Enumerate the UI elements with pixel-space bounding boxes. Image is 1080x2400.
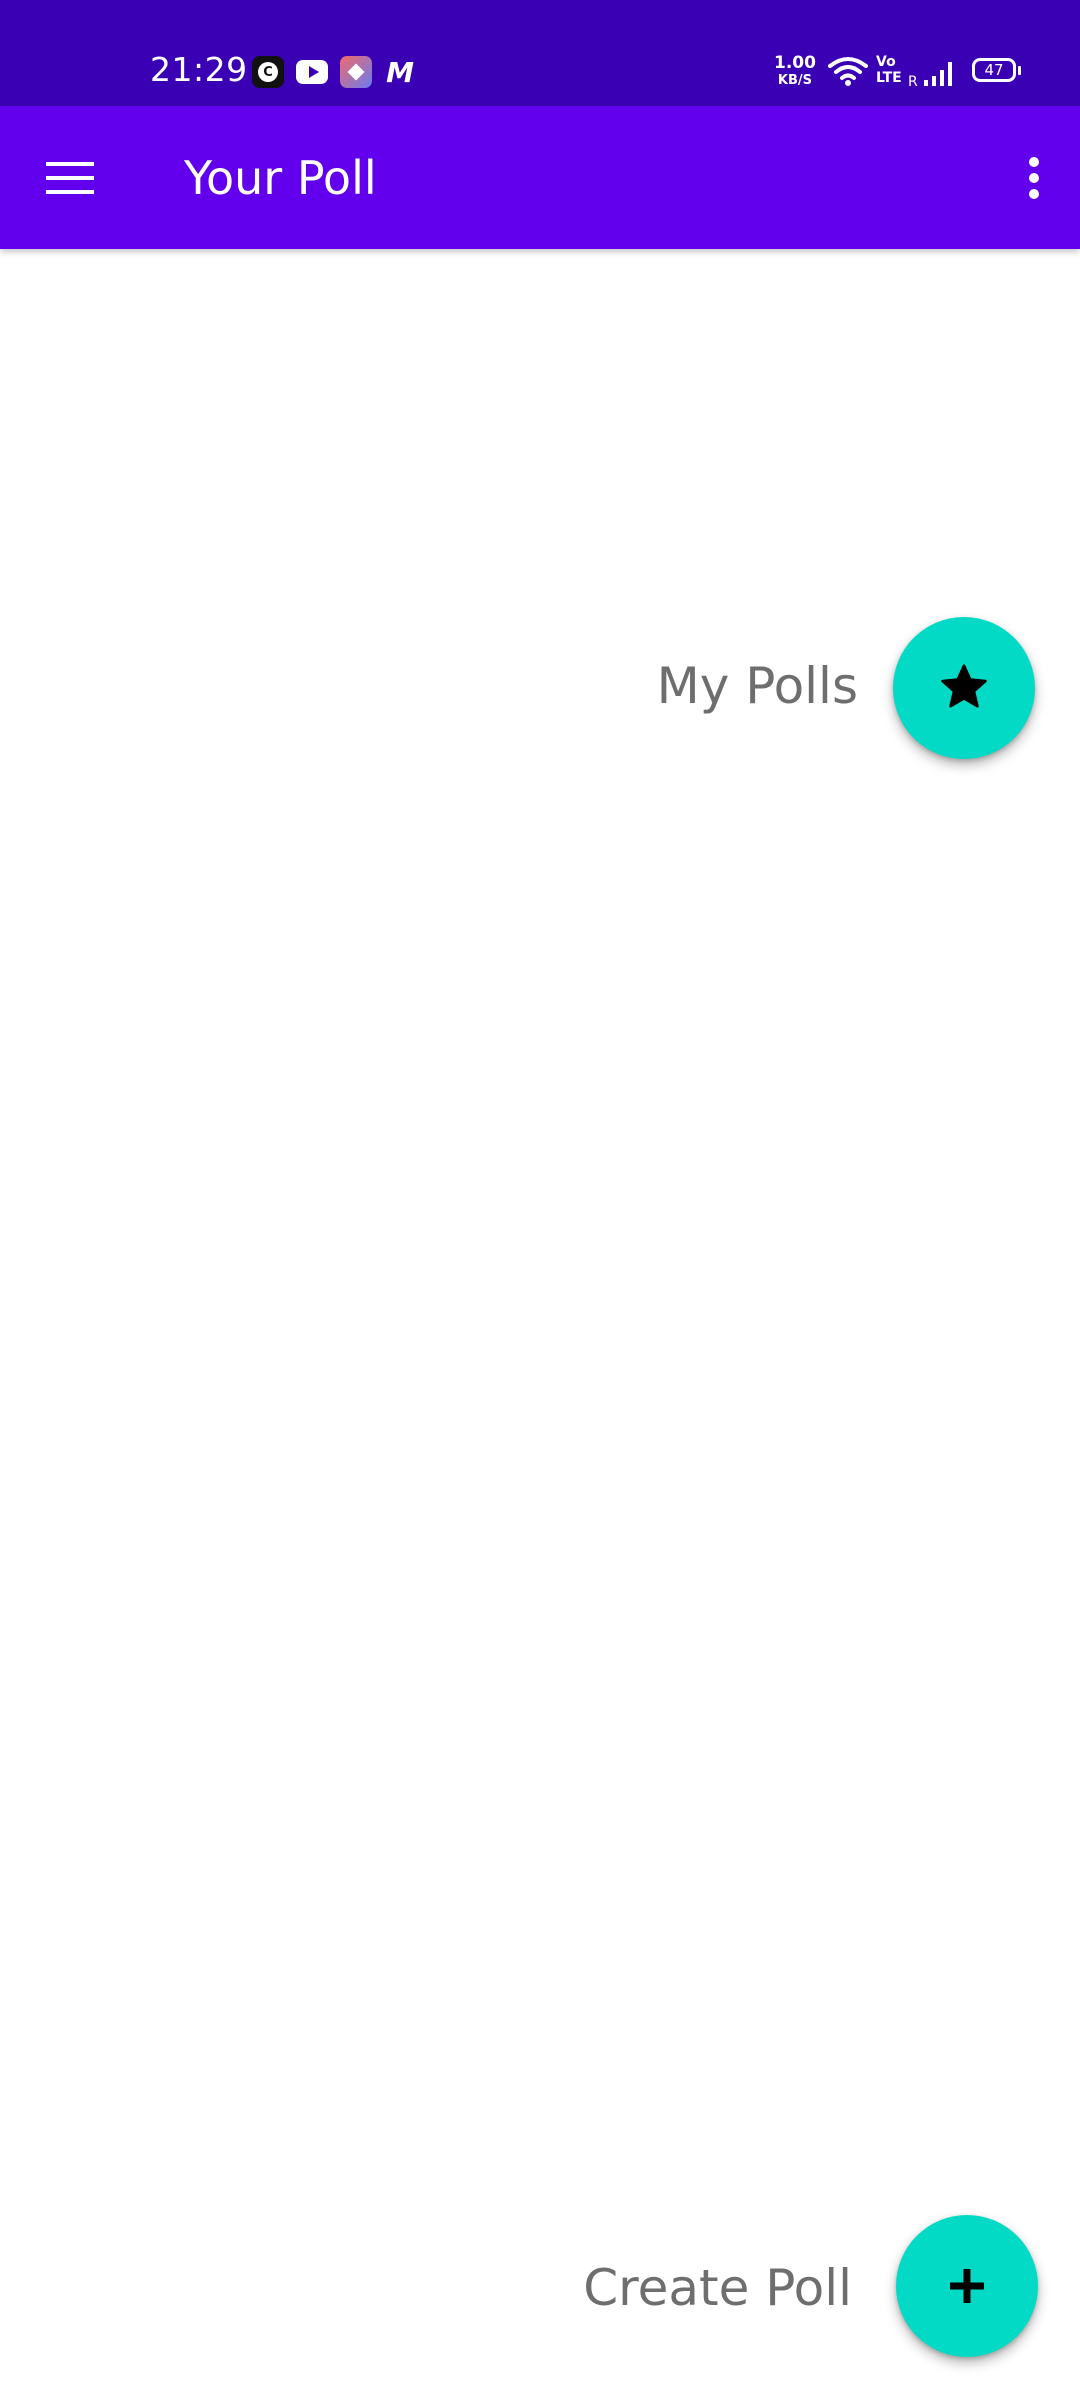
my-polls-label[interactable]: My Polls [657, 656, 858, 716]
screen: 21:29 C M 1.00 KB/S Vo LTE R 47 Your Pol… [0, 0, 1080, 2400]
network-speed-value: 1.00 [774, 53, 816, 73]
navigation-menu-button[interactable] [24, 132, 116, 224]
myntra-icon: M [386, 55, 414, 89]
battery-indicator: 47 [972, 58, 1021, 82]
app-bar: Your Poll [0, 106, 1080, 249]
wifi-icon [828, 57, 868, 86]
volte-indicator: Vo LTE [876, 54, 902, 86]
roaming-indicator: R [908, 74, 918, 88]
signal-icon: R [908, 62, 952, 88]
create-poll-label[interactable]: Create Poll [583, 2258, 852, 2318]
status-bar: 21:29 C M 1.00 KB/S Vo LTE R 47 [0, 0, 1080, 106]
c-app-icon: C [252, 56, 284, 88]
network-speed-unit: KB/S [777, 73, 813, 88]
volte-top: Vo [876, 54, 896, 70]
create-poll-button[interactable] [896, 2215, 1038, 2357]
app-icon [340, 56, 372, 88]
plus-icon [950, 2269, 984, 2303]
status-time: 21:29 [150, 50, 248, 89]
page-title: Your Poll [184, 151, 377, 205]
network-speed: 1.00 KB/S [774, 54, 816, 90]
youtube-icon [296, 60, 328, 84]
hamburger-menu-icon [46, 162, 94, 194]
my-polls-button[interactable] [893, 617, 1035, 759]
volte-bottom: LTE [876, 70, 902, 86]
star-icon [941, 664, 987, 708]
overflow-menu-button[interactable] [988, 132, 1080, 224]
more-vert-icon [1029, 157, 1039, 199]
